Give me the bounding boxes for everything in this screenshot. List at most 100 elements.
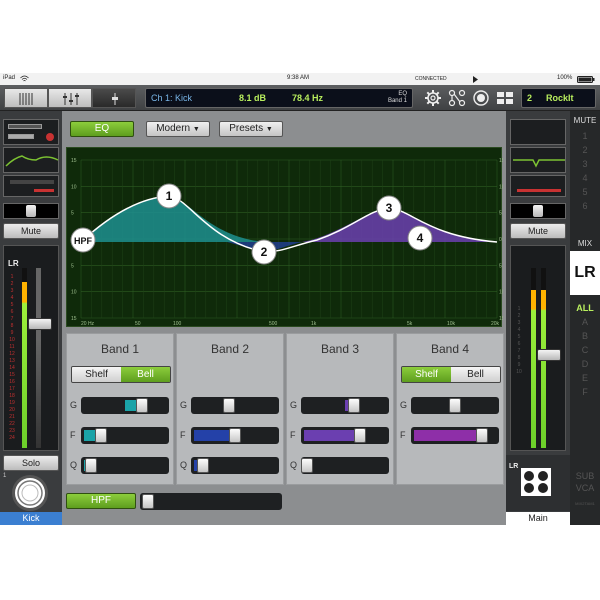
shape-option-0[interactable]: Shelf	[72, 367, 121, 382]
mix-item-f[interactable]: F	[570, 387, 600, 397]
param-slider-g[interactable]	[301, 397, 389, 414]
solo-button[interactable]: Solo	[3, 455, 59, 471]
param-slider-f[interactable]	[191, 427, 279, 444]
param-slider-g[interactable]	[81, 397, 169, 414]
mix-item-c[interactable]: C	[570, 345, 600, 355]
param-slider-q[interactable]	[301, 457, 389, 474]
slider-knob[interactable]	[301, 458, 313, 473]
param-label: G	[70, 400, 78, 410]
x-tick: 1k	[311, 321, 317, 327]
hpf-frequency-slider[interactable]	[140, 493, 282, 510]
channel-display[interactable]: Ch 1: Kick 8.1 dB 78.4 Hz EQ Band 1	[145, 88, 413, 108]
param-label: Q	[180, 460, 188, 470]
right-meter	[36, 268, 41, 448]
channel-icon-button[interactable]	[12, 475, 48, 511]
vca-label[interactable]: VCA	[570, 483, 600, 493]
shape-option-0[interactable]: Shelf	[402, 367, 451, 382]
mix-selected-lr[interactable]: LR	[570, 251, 600, 295]
param-slider-g[interactable]	[411, 397, 499, 414]
slider-knob[interactable]	[449, 398, 461, 413]
mix-item-e[interactable]: E	[570, 373, 600, 383]
channel-overview[interactable]	[3, 119, 59, 145]
pan-control[interactable]	[3, 203, 59, 219]
slider-knob[interactable]	[197, 458, 209, 473]
slider-fill	[194, 430, 232, 441]
slider-knob[interactable]	[354, 428, 366, 443]
master-mute-button[interactable]: Mute	[510, 223, 566, 239]
mute-group-1[interactable]: 1	[570, 131, 600, 141]
mix-header: MIX	[577, 239, 593, 248]
y-tick-right: 5	[499, 263, 502, 269]
comp-bar	[10, 180, 54, 184]
mute-group-2[interactable]: 2	[570, 145, 600, 155]
pan-knob[interactable]	[26, 205, 36, 217]
gate-bar	[34, 189, 54, 192]
slider-knob[interactable]	[136, 398, 148, 413]
mute-button[interactable]: Mute	[3, 223, 59, 239]
shape-option-1[interactable]: Bell	[121, 367, 170, 382]
mix-item-a[interactable]: A	[570, 317, 600, 327]
master-overview[interactable]	[510, 119, 566, 145]
eq-thumbnail[interactable]	[3, 147, 59, 173]
eq-enable-button[interactable]: EQ	[70, 121, 134, 137]
shape-option-1[interactable]: Bell	[451, 367, 500, 382]
master-dynamics-thumbnail[interactable]	[510, 175, 566, 197]
master-eq-thumbnail[interactable]	[510, 147, 566, 173]
x-tick: 5k	[407, 321, 413, 327]
slider-knob[interactable]	[348, 398, 360, 413]
slider-knob[interactable]	[229, 428, 241, 443]
slider-knob[interactable]	[476, 428, 488, 443]
presets-dropdown[interactable]: Presets ▼	[219, 121, 283, 137]
mix-item-b[interactable]: B	[570, 331, 600, 341]
master-fader-cap[interactable]	[537, 349, 561, 361]
clock: 9:38 AM	[287, 75, 310, 81]
master-balance[interactable]	[510, 203, 566, 219]
mix-item-d[interactable]: D	[570, 359, 600, 369]
param-slider-f[interactable]	[81, 427, 169, 444]
gear-icon[interactable]	[424, 89, 442, 107]
hpf-slider-knob[interactable]	[142, 494, 154, 509]
mute-group-4[interactable]: 4	[570, 173, 600, 183]
master-channel-tile[interactable]: LR	[506, 455, 570, 511]
slider-knob[interactable]	[95, 428, 107, 443]
param-slider-f[interactable]	[301, 427, 389, 444]
channel-strips-icon	[19, 93, 33, 105]
hpf-enable-button[interactable]: HPF	[66, 493, 136, 509]
dynamics-thumbnail[interactable]	[3, 175, 59, 197]
master-name-label[interactable]: Main	[506, 512, 570, 525]
x-tick: 20k	[491, 321, 500, 327]
param-slider-q[interactable]	[81, 457, 169, 474]
param-slider-q[interactable]	[191, 457, 279, 474]
record-icon[interactable]	[472, 89, 490, 107]
slider-knob[interactable]	[85, 458, 97, 473]
y-tick-right: 5	[499, 211, 502, 217]
layout-icon[interactable]	[496, 89, 514, 107]
mix-sidebar: MUTE 1 2 3 4 5 6 MIX LR ALL A B C D E F SUB VCA MIX…	[570, 111, 600, 525]
param-slider-g[interactable]	[191, 397, 279, 414]
channel-name: Ch 1: Kick	[151, 93, 193, 103]
view-mixer-button[interactable]	[48, 88, 92, 108]
eq-graph[interactable]: 151510105500551010151520 Hz501005001k5k1…	[66, 147, 503, 327]
mix-item-all[interactable]: ALL	[570, 303, 600, 313]
eq-node-label: 4	[417, 231, 424, 245]
sub-label[interactable]: SUB	[570, 471, 600, 481]
balance-knob[interactable]	[533, 205, 543, 217]
snapshot-selector[interactable]: 2 RockIt	[521, 88, 596, 108]
routing-icon[interactable]	[448, 89, 466, 107]
channel-fader-cap[interactable]	[28, 318, 52, 330]
param-slider-f[interactable]	[411, 427, 499, 444]
eq-node-label: HPF	[74, 236, 93, 246]
mute-group-6[interactable]: 6	[570, 201, 600, 211]
eq-mode-dropdown[interactable]: Modern ▼	[146, 121, 210, 137]
slider-knob[interactable]	[223, 398, 235, 413]
eq-node-label: 2	[261, 245, 268, 259]
view-channels-button[interactable]	[4, 88, 48, 108]
mute-group-5[interactable]: 5	[570, 187, 600, 197]
channel-name-label[interactable]: Kick	[0, 512, 62, 525]
view-channel-button[interactable]	[92, 88, 136, 108]
mute-group-3[interactable]: 3	[570, 159, 600, 169]
clip-indicator	[46, 133, 54, 141]
shape-toggle[interactable]: Shelf Bell	[71, 366, 171, 383]
param-label: Q	[70, 460, 78, 470]
shape-toggle[interactable]: Shelf Bell	[401, 366, 501, 383]
